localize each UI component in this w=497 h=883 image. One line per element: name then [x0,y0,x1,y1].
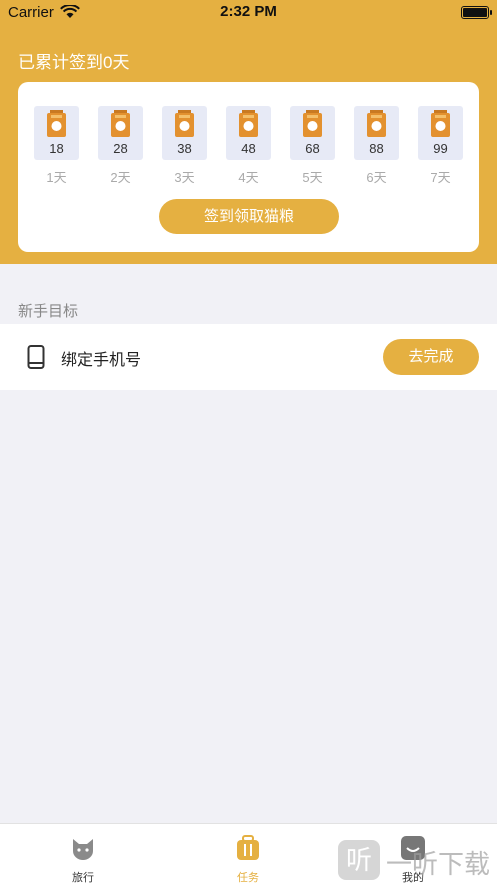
sign-in-button[interactable]: 签到领取猫粮 [159,199,339,234]
sign-in-day[interactable]: 88 6天 [354,106,399,186]
phone-icon [27,345,45,369]
reward-box: 68 [290,106,335,160]
reward-box: 88 [354,106,399,160]
battery-icon [461,6,492,19]
reward-count: 99 [433,141,448,156]
task-label: 绑定手机号 [61,352,142,369]
day-label: 6天 [366,170,387,185]
reward-count: 88 [369,141,384,156]
day-label: 3天 [174,170,195,185]
day-label: 2天 [110,170,131,185]
reward-box: 28 [98,106,143,160]
cat-food-bag-icon [303,110,322,137]
sign-in-header: 已累计签到0天 18 1天 28 2天 38 3天 48 4天 68 5天 88… [0,26,497,264]
cat-food-bag-icon [367,110,386,137]
sign-in-day[interactable]: 38 3天 [162,106,207,186]
status-bar: Carrier 2:32 PM [0,0,497,26]
reward-count: 28 [113,141,128,156]
reward-count: 18 [49,141,64,156]
reward-box: 48 [226,106,271,160]
cat-icon [73,839,93,860]
luggage-icon [237,835,259,860]
cat-food-bag-icon [239,110,258,137]
cat-food-bag-icon [431,110,450,137]
section-title: 新手目标 [18,303,79,320]
reward-count: 48 [241,141,256,156]
reward-box: 18 [34,106,79,160]
watermark-logo: 听 [338,840,380,880]
reward-box: 99 [418,106,463,160]
cat-food-bag-icon [175,110,194,137]
tab-tasks[interactable]: 任务 [218,834,278,883]
cat-food-bag-icon [47,110,66,137]
reward-count: 68 [305,141,320,156]
sign-in-card: 18 1天 28 2天 38 3天 48 4天 68 5天 88 6天 99 7… [18,82,479,252]
sign-in-day[interactable]: 18 1天 [34,106,79,186]
sign-in-day[interactable]: 99 7天 [418,106,463,186]
day-label: 7天 [430,170,451,185]
day-label: 5天 [302,170,323,185]
day-label: 4天 [238,170,259,185]
watermark-text: 一听下载 [386,849,491,879]
page-title: 已累计签到0天 [18,53,130,72]
sign-in-day[interactable]: 68 5天 [290,106,335,186]
tab-travel[interactable]: 旅行 [53,834,113,883]
reward-box: 38 [162,106,207,160]
reward-count: 38 [177,141,192,156]
day-label: 1天 [46,170,67,185]
cat-food-bag-icon [111,110,130,137]
sign-in-day[interactable]: 28 2天 [98,106,143,186]
complete-task-button[interactable]: 去完成 [383,339,479,375]
tab-label: 任务 [237,872,259,883]
sign-in-day[interactable]: 48 4天 [226,106,271,186]
tab-label: 旅行 [72,872,94,883]
task-row-bind-phone: 绑定手机号 去完成 [0,324,497,390]
clock: 2:32 PM [220,3,277,20]
